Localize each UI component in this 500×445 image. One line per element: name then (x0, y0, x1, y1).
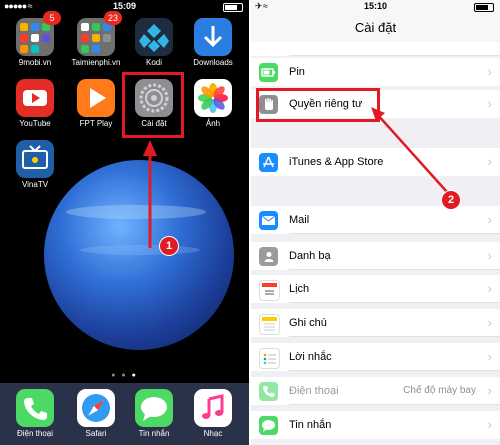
row-label: iTunes & App Store (289, 156, 384, 168)
status-bar: ✈ ≈ 15:10 (251, 0, 500, 14)
status-bar: ●●●●● ≈ 15:09 (0, 0, 249, 14)
step-marker: 1 (159, 236, 179, 256)
dock-safari[interactable]: Safari (70, 389, 122, 438)
settings-screen: ✈ ≈ 15:10 Cài đặt Pin › Quyền riêng tư ›… (251, 0, 500, 445)
row-label: Lịch (289, 283, 310, 295)
row-label: Lời nhắc (289, 351, 332, 363)
message-bubble-icon (135, 389, 173, 427)
settings-row-itunes[interactable]: iTunes & App Store › (251, 148, 500, 176)
chevron-right-icon: › (487, 417, 492, 432)
app-label: Kodi (145, 58, 162, 67)
status-time: 15:09 (112, 1, 137, 11)
app-label: FPT Play (79, 119, 113, 128)
app-label: Downloads (193, 58, 233, 67)
list-item[interactable] (251, 42, 500, 56)
dock: Điện thoại Safari Tin nhắn Nhạc (0, 383, 249, 445)
battery-icon (474, 3, 494, 12)
chevron-right-icon: › (487, 349, 492, 364)
notes-icon (259, 314, 280, 335)
chevron-right-icon: › (487, 212, 492, 227)
settings-row-notes[interactable]: Ghi chú › (251, 309, 500, 337)
app-downloads[interactable]: Downloads (187, 18, 239, 67)
status-time: 15:10 (363, 1, 388, 11)
dock-music[interactable]: Nhạc (187, 389, 239, 438)
app-label: Tin nhắn (138, 429, 170, 438)
app-label: Safari (85, 429, 107, 438)
app-fpt-play[interactable]: FPT Play (70, 79, 122, 128)
youtube-icon (16, 79, 54, 117)
messages-icon (259, 416, 278, 435)
chevron-right-icon: › (487, 96, 492, 111)
app-label: VinaTV (21, 180, 49, 189)
notification-badge: 5 (43, 11, 61, 25)
chevron-right-icon: › (487, 315, 492, 330)
row-label: Ghi chú (289, 317, 327, 329)
row-label: Mail (289, 214, 310, 226)
kodi-icon (135, 18, 173, 56)
app-vinatv[interactable]: VinaTV (9, 140, 61, 189)
reminders-icon (259, 348, 280, 369)
photos-icon (194, 79, 232, 117)
app-label: Taimienphi.vn (71, 58, 121, 67)
app-youtube[interactable]: YouTube (9, 79, 61, 128)
dock-messages[interactable]: Tin nhắn (128, 389, 180, 438)
wallpaper-planet (44, 160, 234, 350)
app-9mobi[interactable]: 5 9mobi.vn (9, 11, 61, 67)
settings-row-calendar[interactable]: Lịch › (251, 275, 500, 303)
settings-row-messages[interactable]: Tin nhắn › (251, 411, 500, 439)
chevron-right-icon: › (487, 281, 492, 296)
phone-icon (259, 382, 278, 401)
app-label: Điện thoại (16, 429, 54, 438)
contacts-icon (259, 247, 278, 266)
calendar-icon (259, 280, 280, 301)
settings-row-reminders[interactable]: Lời nhắc › (251, 343, 500, 371)
step-marker: 2 (441, 190, 461, 210)
settings-row-contacts[interactable]: Danh bạ › (251, 242, 500, 270)
play-icon (77, 79, 115, 117)
battery-icon (223, 3, 243, 12)
notification-badge: 23 (104, 11, 122, 25)
settings-row-battery[interactable]: Pin › (251, 58, 500, 86)
app-label: Ảnh (205, 119, 221, 128)
row-label: Pin (289, 66, 305, 78)
download-icon (194, 18, 232, 56)
folder-icon: 5 (16, 11, 61, 56)
folder-icon: 23 (77, 11, 122, 56)
row-value: Chế độ máy bay (403, 385, 476, 396)
settings-row-mail[interactable]: Mail › (251, 206, 500, 234)
compass-icon (77, 389, 115, 427)
phone-icon (16, 389, 54, 427)
chevron-right-icon: › (487, 383, 492, 398)
mail-icon (259, 211, 278, 230)
highlight-box (122, 72, 184, 138)
settings-row-phone[interactable]: Điện thoại Chế độ máy bay › (251, 377, 500, 405)
chevron-right-icon: › (487, 64, 492, 79)
tv-icon (16, 140, 54, 178)
row-label: Tin nhắn (289, 419, 332, 431)
music-note-icon (194, 389, 232, 427)
home-screen: ●●●●● ≈ 15:09 5 9mobi.vn 23 Taimienphi.v… (0, 0, 249, 445)
app-store-icon (259, 153, 278, 172)
page-indicator: ● ● ● (111, 372, 138, 379)
battery-icon (259, 63, 278, 82)
app-photos[interactable]: Ảnh (187, 79, 239, 128)
app-label: YouTube (19, 119, 51, 128)
chevron-right-icon: › (487, 154, 492, 169)
app-kodi[interactable]: Kodi (128, 18, 180, 67)
wallpaper-band (80, 245, 200, 255)
app-taimienphi[interactable]: 23 Taimienphi.vn (70, 11, 122, 67)
app-label: Nhạc (203, 429, 223, 438)
row-label: Điện thoại (289, 385, 339, 397)
page-title: Cài đặt (251, 14, 500, 43)
chevron-right-icon: › (487, 248, 492, 263)
app-label: 9mobi.vn (18, 58, 52, 67)
row-label: Danh bạ (289, 250, 331, 262)
highlight-box (256, 88, 380, 122)
wallpaper-band (66, 205, 206, 219)
dock-phone[interactable]: Điện thoại (9, 389, 61, 438)
